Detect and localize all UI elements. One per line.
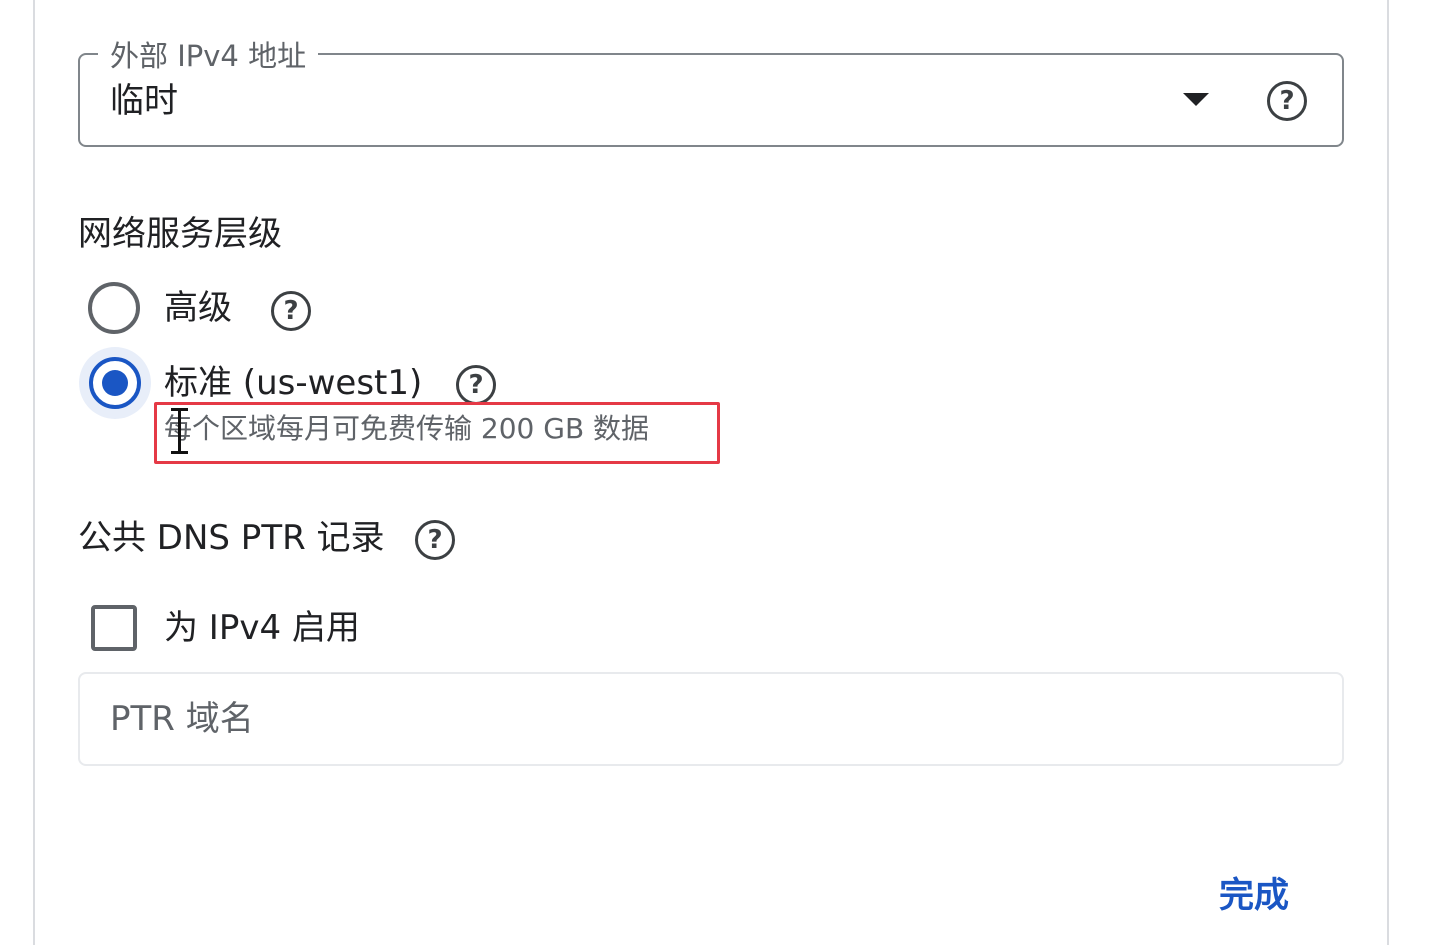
radio-premium[interactable] bbox=[88, 282, 140, 334]
ptr-domain-input[interactable] bbox=[78, 672, 1344, 766]
text-cursor-icon bbox=[168, 408, 192, 454]
network-tier-title: 网络服务层级 bbox=[78, 214, 282, 254]
enable-ipv4-checkbox[interactable] bbox=[91, 605, 137, 651]
help-icon[interactable]: ? bbox=[1267, 81, 1307, 121]
external-ip-value: 临时 bbox=[110, 81, 178, 121]
dropdown-arrow-icon[interactable] bbox=[1183, 93, 1209, 106]
help-icon[interactable]: ? bbox=[271, 291, 311, 331]
radio-selected-dot bbox=[102, 370, 128, 396]
external-ip-label: 外部 IPv4 地址 bbox=[98, 38, 319, 74]
radio-premium-label: 高级 bbox=[164, 288, 232, 328]
done-button[interactable]: 完成 bbox=[1196, 860, 1312, 924]
dns-ptr-title: 公共 DNS PTR 记录 bbox=[78, 518, 385, 558]
radio-standard-label: 标准 (us-west1) bbox=[164, 363, 423, 403]
help-icon[interactable]: ? bbox=[415, 520, 455, 560]
help-icon[interactable]: ? bbox=[456, 365, 496, 405]
hint-highlight-box bbox=[154, 402, 720, 464]
enable-ipv4-label: 为 IPv4 启用 bbox=[164, 608, 360, 648]
radio-standard[interactable] bbox=[89, 357, 141, 409]
